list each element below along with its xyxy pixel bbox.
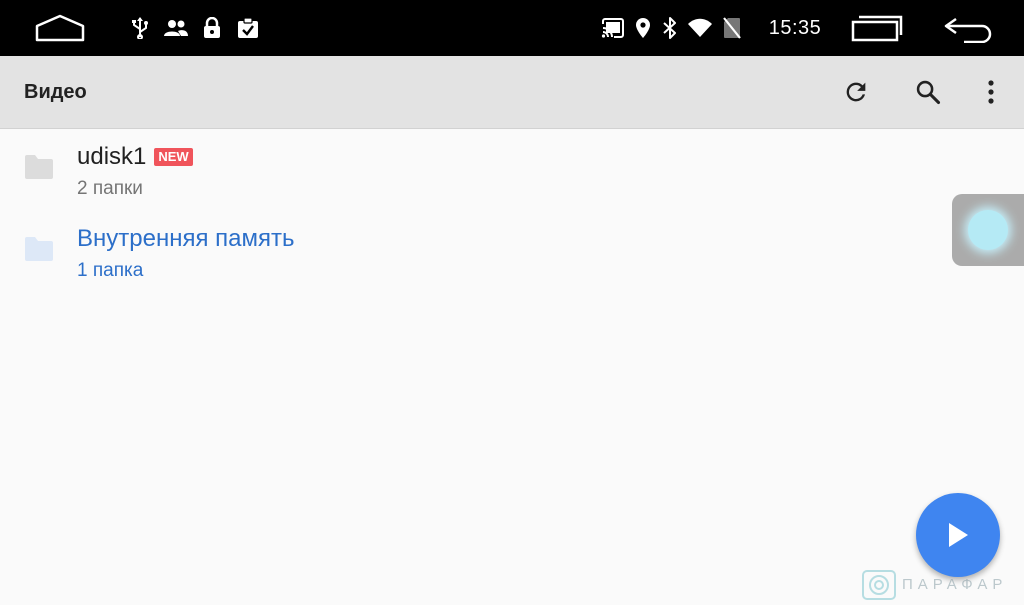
status-clock: 15:35 — [768, 16, 822, 39]
new-badge: NEW — [154, 148, 193, 166]
cast-icon — [600, 0, 626, 56]
refresh-icon — [846, 82, 866, 102]
search-button[interactable] — [900, 64, 956, 120]
folder-item-udisk1[interactable]: udisk1 NEW 2 папки — [0, 129, 940, 211]
more-options-button[interactable] — [963, 64, 1019, 120]
lock-icon — [200, 0, 224, 56]
brand-watermark-text: ПАРАФАР — [902, 576, 1008, 593]
brand-logo-icon — [862, 570, 896, 600]
wifi-icon — [686, 0, 714, 56]
page-title: Видео — [24, 81, 87, 103]
folder-list: udisk1 NEW 2 папки Внутренняя память 1 па… — [0, 129, 1024, 600]
folder-name: Внутренняя память — [77, 225, 295, 252]
location-icon — [633, 0, 653, 56]
clipboard-check-icon — [235, 0, 261, 56]
refresh-button[interactable] — [828, 64, 884, 120]
folder-name: udisk1 NEW — [77, 143, 193, 171]
back-icon — [944, 17, 992, 43]
brand-watermark: ПАРАФАР — [862, 570, 1024, 600]
search-icon — [916, 80, 941, 105]
assistive-touch-button[interactable] — [952, 194, 1024, 266]
more-vert-icon — [988, 80, 994, 104]
folder-count: 1 папка — [77, 260, 144, 281]
play-icon — [949, 523, 968, 547]
home-outline-icon — [35, 14, 85, 42]
app-toolbar: Видео — [0, 56, 1024, 129]
people-icon — [162, 0, 190, 56]
no-sim-icon — [720, 0, 744, 56]
folder-item-internal-storage[interactable]: Внутренняя память 1 папка — [0, 211, 940, 293]
folder-count: 2 папки — [77, 178, 143, 199]
folder-icon — [25, 237, 53, 261]
status-bar: 15:35 — [0, 0, 1024, 56]
home-button[interactable] — [30, 0, 90, 56]
bluetooth-icon — [660, 0, 680, 56]
recents-button[interactable] — [846, 0, 906, 56]
assistive-dot-icon — [968, 210, 1008, 250]
recents-icon — [851, 15, 903, 42]
folder-icon — [25, 155, 53, 179]
usb-icon — [128, 0, 152, 56]
play-fab-button[interactable] — [916, 493, 1000, 577]
back-button[interactable] — [938, 0, 998, 56]
